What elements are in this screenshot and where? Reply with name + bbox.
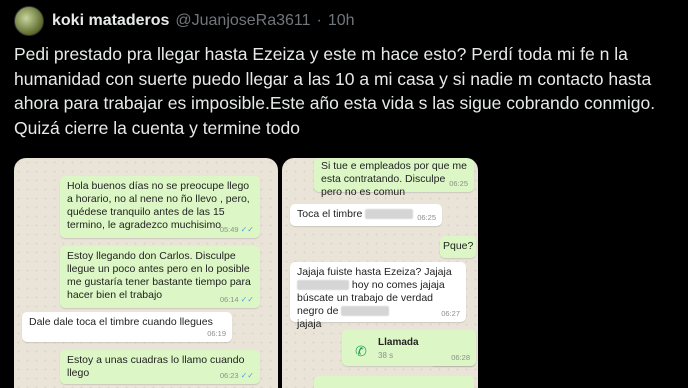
- redacted-name: [341, 306, 390, 317]
- tweet-text: Pedi prestado pra llegar hasta Ezeiza y …: [14, 44, 656, 138]
- phone-icon: ✆: [355, 343, 367, 359]
- chat-message: Estoy llegando don Carlos. Disculpe lleg…: [60, 246, 260, 308]
- chat-screenshot-left[interactable]: Hola buenos días no se preocupe llego a …: [14, 158, 278, 388]
- separator-dot: ·: [316, 12, 322, 29]
- chat-message: Dale dale toca el timbre cuando llegues …: [22, 312, 232, 342]
- message-time: 06:25: [449, 179, 468, 188]
- message-text: Dale dale toca el timbre cuando llegues: [29, 316, 213, 328]
- message-time: 06:27: [441, 309, 460, 318]
- call-title: Llamada: [378, 337, 419, 348]
- tweet-header: koki mataderos @JuanjoseRa3611 · 10h: [14, 6, 355, 36]
- message-text: Si tue e empleados por que me esta contr…: [321, 160, 467, 198]
- avatar[interactable]: [14, 6, 44, 36]
- message-text: Pque?: [443, 240, 474, 252]
- chat-message: Estoy a unas cuadras lo llamo cuando lle…: [60, 350, 260, 384]
- chat-screenshot-right[interactable]: Si tue e empleados por que me esta contr…: [282, 158, 478, 388]
- tweet-time[interactable]: 10h: [328, 12, 355, 30]
- double-check-icon: ✓✓: [240, 225, 254, 234]
- message-text: Jajaja fuiste hasta Ezeiza? Jajaja: [297, 266, 452, 278]
- message-time: 06:25: [417, 213, 436, 222]
- user-handle[interactable]: @JuanjoseRa3611: [175, 12, 310, 30]
- chat-message: Pque?: [440, 236, 476, 258]
- redacted-name: [297, 280, 349, 291]
- message-text: Toca el timbre: [297, 208, 363, 220]
- chat-message: Jajaja fuiste hasta Ezeiza? Jajaja hoy n…: [290, 262, 466, 330]
- chat-message: Si tue e empleados por que me esta contr…: [314, 158, 474, 198]
- message-time: 05:49 ✓✓: [219, 225, 254, 234]
- message-time: 06:28: [451, 353, 470, 362]
- message-time: 06:14 ✓✓: [219, 295, 254, 304]
- double-check-icon: ✓✓: [240, 371, 254, 380]
- display-name[interactable]: koki mataderos: [52, 12, 169, 30]
- chat-message: Hola buenos días no se preocupe llego a …: [60, 176, 260, 238]
- redacted-name: [365, 209, 414, 220]
- call-duration: 38 s: [378, 351, 394, 360]
- double-check-icon: ✓✓: [240, 295, 254, 304]
- message-time: 06:23 ✓✓: [219, 371, 254, 380]
- message-time: 06:19: [207, 329, 226, 338]
- message-text: Estoy a unas cuadras lo llamo cuando lle…: [67, 354, 245, 379]
- chat-message-partial: [314, 376, 474, 388]
- call-bubble: ✆ Llamada 38 s 06:28: [342, 330, 476, 366]
- chat-message: Toca el timbre 06:25: [290, 204, 442, 226]
